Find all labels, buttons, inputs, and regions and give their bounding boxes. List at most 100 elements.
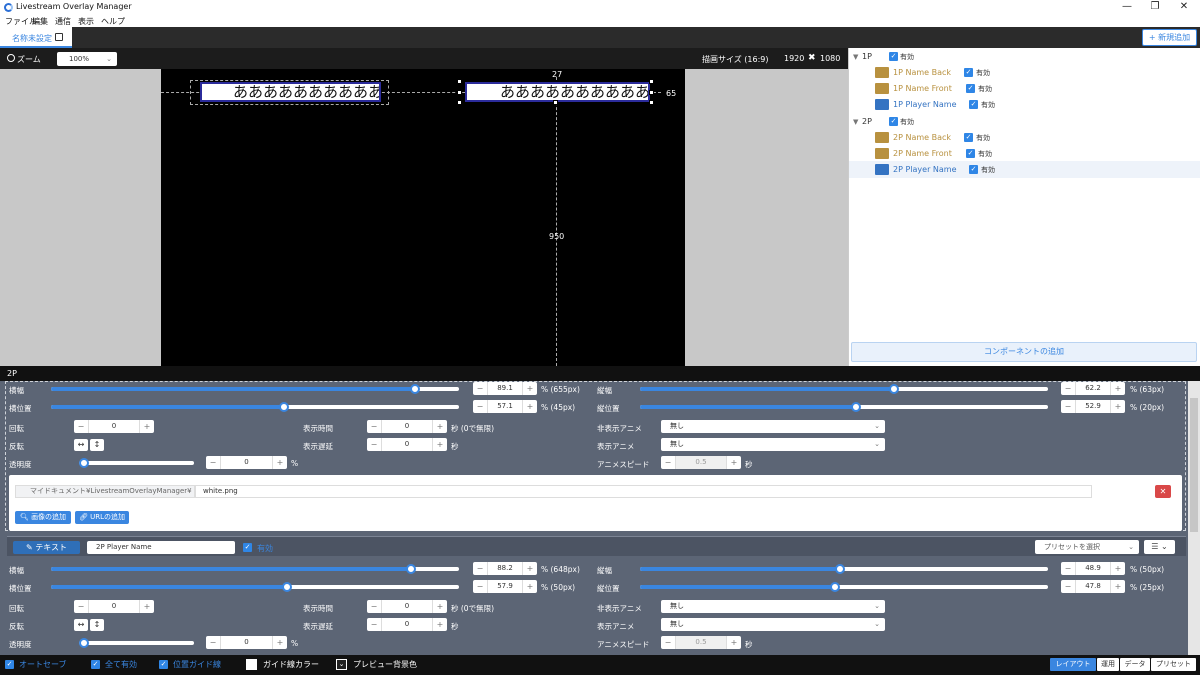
plus-icon[interactable]: + <box>140 602 154 611</box>
plus-icon[interactable]: + <box>433 620 447 629</box>
width-slider[interactable] <box>51 387 459 391</box>
text-hide-anim-select[interactable]: 無し ⌄ <box>661 600 885 613</box>
preview-canvas[interactable] <box>161 69 685 366</box>
anim-speed-stepper[interactable]: −0.5 + <box>661 456 741 469</box>
text-show-anim-select[interactable]: 無し ⌄ <box>661 618 885 631</box>
text-xpos-value[interactable]: 57.9 <box>487 580 523 593</box>
resize-handle[interactable] <box>457 100 462 105</box>
minus-icon[interactable]: − <box>206 458 220 467</box>
image-file-input[interactable]: white.png <box>195 485 1092 498</box>
minus-icon[interactable]: − <box>1061 564 1075 573</box>
plus-icon[interactable]: + <box>433 440 447 449</box>
height-value[interactable]: 62.2 <box>1075 382 1111 395</box>
flip-horizontal-icon[interactable]: ↔ <box>74 439 88 451</box>
minus-icon[interactable]: − <box>1061 384 1075 393</box>
component-name-input[interactable]: 2P Player Name <box>87 541 235 554</box>
plus-icon[interactable]: + <box>140 422 154 431</box>
collapse-arrow-icon[interactable]: ▼ <box>853 118 858 126</box>
opacity-stepper[interactable]: −0 + <box>206 456 287 469</box>
plus-icon[interactable]: + <box>433 422 447 431</box>
slider-knob[interactable] <box>888 384 899 394</box>
text-xpos-stepper[interactable]: −57.9 + <box>473 580 537 593</box>
slider-knob[interactable] <box>278 402 289 412</box>
group-2p-label[interactable]: 2P <box>862 117 872 126</box>
resize-handle[interactable] <box>649 100 654 105</box>
ypos-slider[interactable] <box>640 405 1048 409</box>
mode-layout[interactable]: レイアウト <box>1050 658 1096 671</box>
text-ypos-value[interactable]: 47.8 <box>1075 580 1111 593</box>
text-ypos-slider[interactable] <box>640 585 1048 589</box>
tree-item-2p-player-name[interactable]: 2P Player Name <box>893 165 957 174</box>
tree-item-checkbox[interactable]: ✓ <box>966 149 975 158</box>
autosave-checkbox[interactable]: ✓ <box>5 660 14 669</box>
plus-icon[interactable]: + <box>433 602 447 611</box>
plus-icon[interactable]: + <box>1111 384 1125 393</box>
ypos-value[interactable]: 52.9 <box>1075 400 1111 413</box>
show-delay-value[interactable]: 0 <box>381 438 433 451</box>
minus-icon[interactable]: − <box>74 602 88 611</box>
menu-help[interactable]: ヘルプ <box>101 16 125 27</box>
plus-icon[interactable]: + <box>273 638 287 647</box>
zoom-select[interactable]: 100% ⌄ <box>57 52 117 66</box>
plus-icon[interactable]: + <box>523 402 537 411</box>
text-height-value[interactable]: 48.9 <box>1075 562 1111 575</box>
plus-icon[interactable]: + <box>273 458 287 467</box>
resize-handle[interactable] <box>457 90 462 95</box>
tree-item-checkbox[interactable]: ✓ <box>964 133 973 142</box>
xpos-value[interactable]: 57.1 <box>487 400 523 413</box>
minus-icon[interactable]: − <box>1061 582 1075 591</box>
resize-handle[interactable] <box>553 100 558 105</box>
text-xpos-slider[interactable] <box>51 585 459 589</box>
plus-icon[interactable]: + <box>1111 402 1125 411</box>
text-show-time-stepper[interactable]: −0 + <box>367 600 447 613</box>
component-menu-button[interactable]: ☰ ⌄ <box>1144 540 1175 554</box>
show-time-stepper[interactable]: −0 + <box>367 420 447 433</box>
text-rotate-stepper[interactable]: −0 + <box>74 600 154 613</box>
add-component-button[interactable]: コンポーネントの追加 <box>851 342 1197 362</box>
overlay-2p-player-name[interactable]: ああああああああああああ <box>465 82 650 102</box>
text-show-delay-stepper[interactable]: −0 + <box>367 618 447 631</box>
tree-item-checkbox[interactable]: ✓ <box>969 165 978 174</box>
tree-item-1p-name-back[interactable]: 1P Name Back <box>893 68 951 77</box>
position-guides-checkbox[interactable]: ✓ <box>159 660 168 669</box>
tree-item-2p-name-front[interactable]: 2P Name Front <box>893 149 952 158</box>
menu-view[interactable]: 表示 <box>78 16 94 27</box>
slider-knob[interactable] <box>850 402 861 412</box>
minus-icon[interactable]: − <box>367 620 381 629</box>
preset-select[interactable]: プリセットを選択 ⌄ <box>1035 540 1139 554</box>
mode-preset[interactable]: プリセット <box>1151 658 1196 671</box>
minus-icon[interactable]: − <box>473 384 487 393</box>
plus-icon[interactable]: + <box>523 582 537 591</box>
hide-anim-select[interactable]: 無し ⌄ <box>661 420 885 433</box>
text-ypos-stepper[interactable]: −47.8 + <box>1061 580 1125 593</box>
overlay-1p-player-name[interactable]: ああああああああああああ <box>200 82 381 102</box>
flip-vertical-icon[interactable]: ↕ <box>90 439 104 451</box>
anim-speed-value[interactable]: 0.5 <box>675 456 727 469</box>
height-stepper[interactable]: −62.2 + <box>1061 382 1125 395</box>
opacity-slider[interactable] <box>79 461 194 465</box>
minus-icon[interactable]: − <box>1061 402 1075 411</box>
mode-data[interactable]: データ <box>1120 658 1150 671</box>
slider-knob[interactable] <box>405 564 416 574</box>
plus-icon[interactable]: + <box>1111 582 1125 591</box>
minimize-button[interactable]: — <box>1120 1 1134 13</box>
text-opacity-value[interactable]: 0 <box>220 636 273 649</box>
collapse-arrow-icon[interactable]: ▼ <box>853 53 858 61</box>
tree-item-checkbox[interactable]: ✓ <box>969 100 978 109</box>
tree-item-1p-player-name[interactable]: 1P Player Name <box>893 100 957 109</box>
edit-icon[interactable] <box>55 33 63 41</box>
text-show-delay-value[interactable]: 0 <box>381 618 433 631</box>
plus-icon[interactable]: + <box>1111 564 1125 573</box>
resize-handle[interactable] <box>649 79 654 84</box>
width-value[interactable]: 89.1 <box>487 382 523 395</box>
menu-edit[interactable]: 編集 <box>32 16 48 27</box>
flip-vertical-icon[interactable]: ↕ <box>90 619 104 631</box>
slider-knob[interactable] <box>830 582 841 592</box>
text-opacity-stepper[interactable]: −0 + <box>206 636 287 649</box>
text-width-value[interactable]: 88.2 <box>487 562 523 575</box>
close-button[interactable]: ✕ <box>1177 1 1191 13</box>
resize-handle[interactable] <box>649 90 654 95</box>
maximize-button[interactable]: ❐ <box>1148 1 1162 13</box>
add-image-button[interactable]: 🔍︎ 画像の追加 <box>15 511 71 524</box>
show-delay-stepper[interactable]: −0 + <box>367 438 447 451</box>
